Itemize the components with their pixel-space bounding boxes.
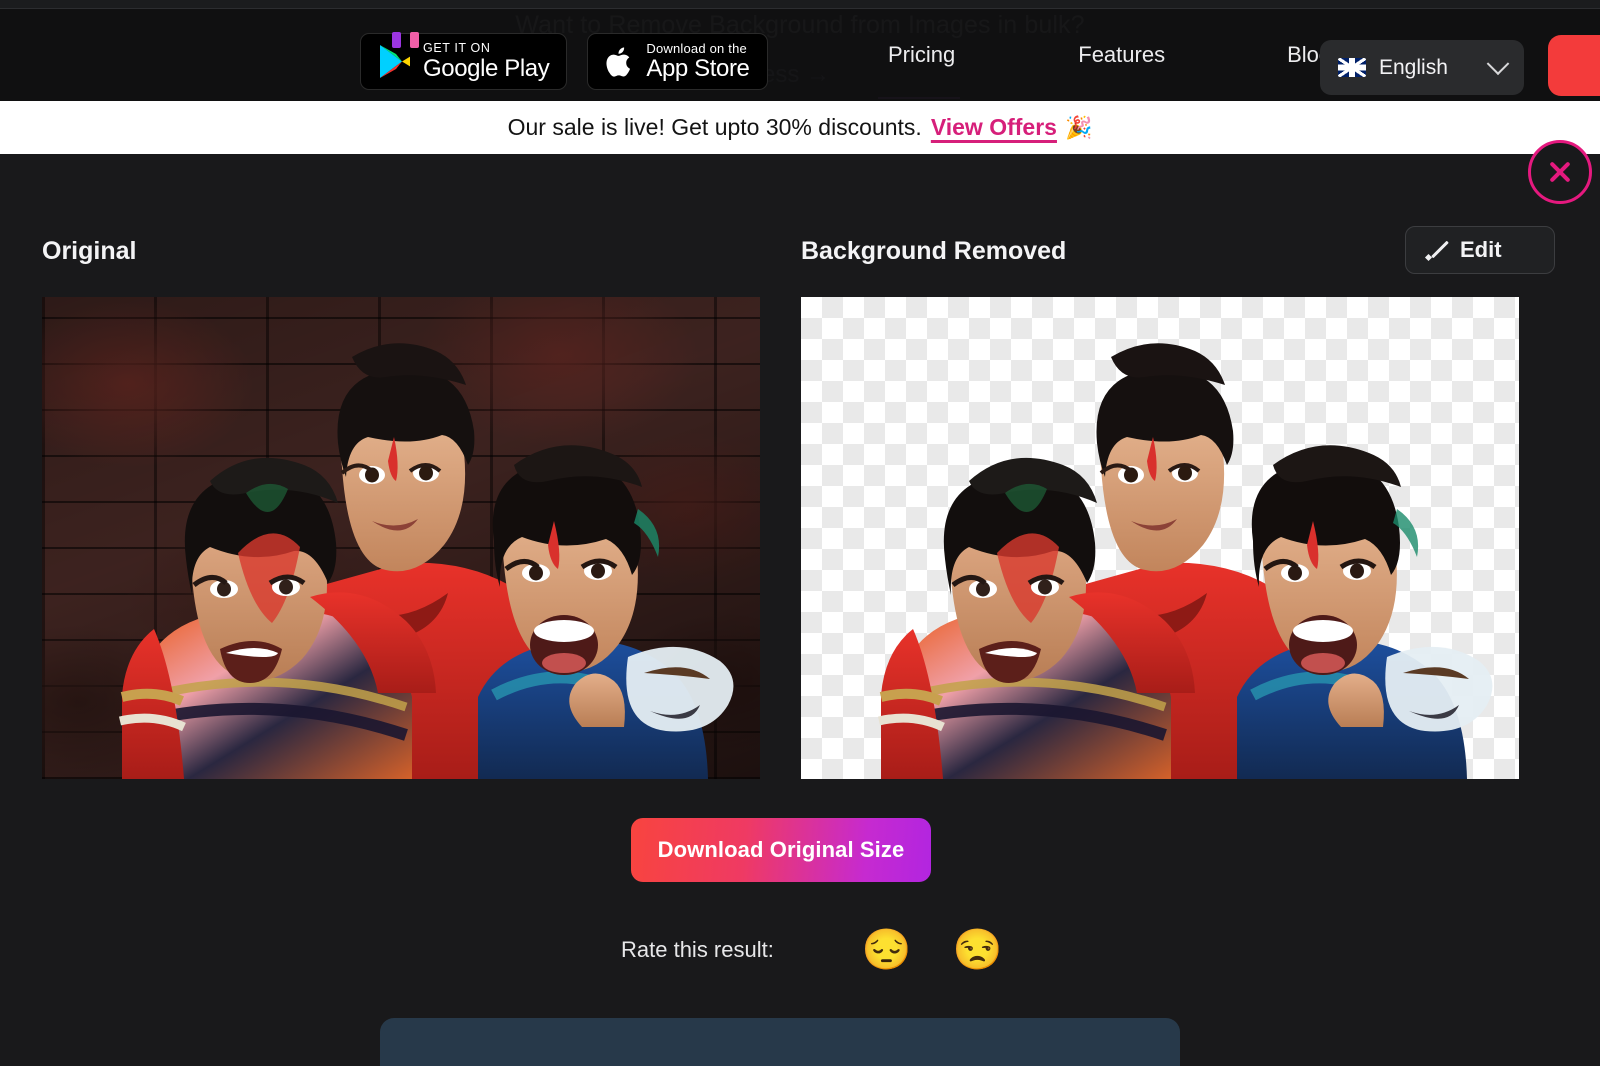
store-badges: GET IT ON Google Play Download on the Ap… bbox=[360, 33, 768, 90]
download-original-size-button[interactable]: Download Original Size bbox=[631, 818, 931, 882]
removed-subject-artwork bbox=[801, 297, 1519, 779]
party-popper-icon: 🎉 bbox=[1064, 114, 1093, 140]
view-offers-link[interactable]: View Offers bbox=[931, 114, 1057, 141]
close-icon bbox=[1547, 159, 1573, 185]
nav-item-pricing[interactable]: Pricing bbox=[888, 42, 955, 68]
google-play-small-label: GET IT ON bbox=[423, 40, 491, 55]
download-button-label: Download Original Size bbox=[657, 837, 905, 862]
apple-icon bbox=[606, 46, 631, 77]
background-removed-image bbox=[801, 297, 1519, 779]
google-play-icon bbox=[380, 45, 410, 78]
header-cta-button[interactable] bbox=[1548, 35, 1600, 96]
promo-text: Our sale is live! Get upto 30% discounts… bbox=[507, 114, 922, 140]
google-play-big-label: Google Play bbox=[423, 55, 550, 83]
pencil-icon bbox=[1428, 240, 1448, 260]
original-subject-artwork bbox=[118, 343, 734, 779]
language-selector[interactable]: English bbox=[1320, 40, 1524, 95]
original-column-label: Original bbox=[42, 237, 137, 265]
bottom-card-accent-pink bbox=[410, 32, 419, 48]
rating-neutral-button[interactable]: 😒 bbox=[953, 930, 1003, 970]
rating-sad-button[interactable]: 😔 bbox=[862, 930, 912, 970]
language-label: English bbox=[1379, 55, 1448, 79]
primary-nav: Pricing Features Blog bbox=[880, 9, 1331, 101]
removed-column-label: Background Removed bbox=[801, 237, 1067, 265]
app-store-big-label: App Store bbox=[646, 55, 750, 82]
edit-button[interactable]: Edit bbox=[1405, 226, 1555, 274]
page-root: Want to Remove Background from Images in… bbox=[0, 0, 1600, 1066]
nav-item-features[interactable]: Features bbox=[1078, 42, 1165, 68]
original-image bbox=[42, 297, 760, 779]
rating-row: Rate this result: 😔 😒 bbox=[621, 930, 1002, 970]
bottom-promo-card[interactable] bbox=[380, 1018, 1180, 1066]
promo-banner: Our sale is live! Get upto 30% discounts… bbox=[0, 101, 1600, 154]
close-modal-button[interactable] bbox=[1528, 140, 1592, 204]
browser-chrome-strip bbox=[0, 0, 1600, 9]
site-header: GET IT ON Google Play Download on the Ap… bbox=[0, 9, 1600, 101]
bottom-card-accent-purple bbox=[392, 32, 401, 48]
edit-button-label: Edit bbox=[1460, 237, 1502, 262]
chevron-down-icon bbox=[1486, 51, 1510, 75]
app-store-small-label: Download on the bbox=[646, 41, 747, 56]
app-store-badge[interactable]: Download on the App Store bbox=[587, 33, 768, 90]
rating-label: Rate this result: bbox=[621, 937, 774, 962]
uk-flag-icon bbox=[1338, 58, 1366, 77]
